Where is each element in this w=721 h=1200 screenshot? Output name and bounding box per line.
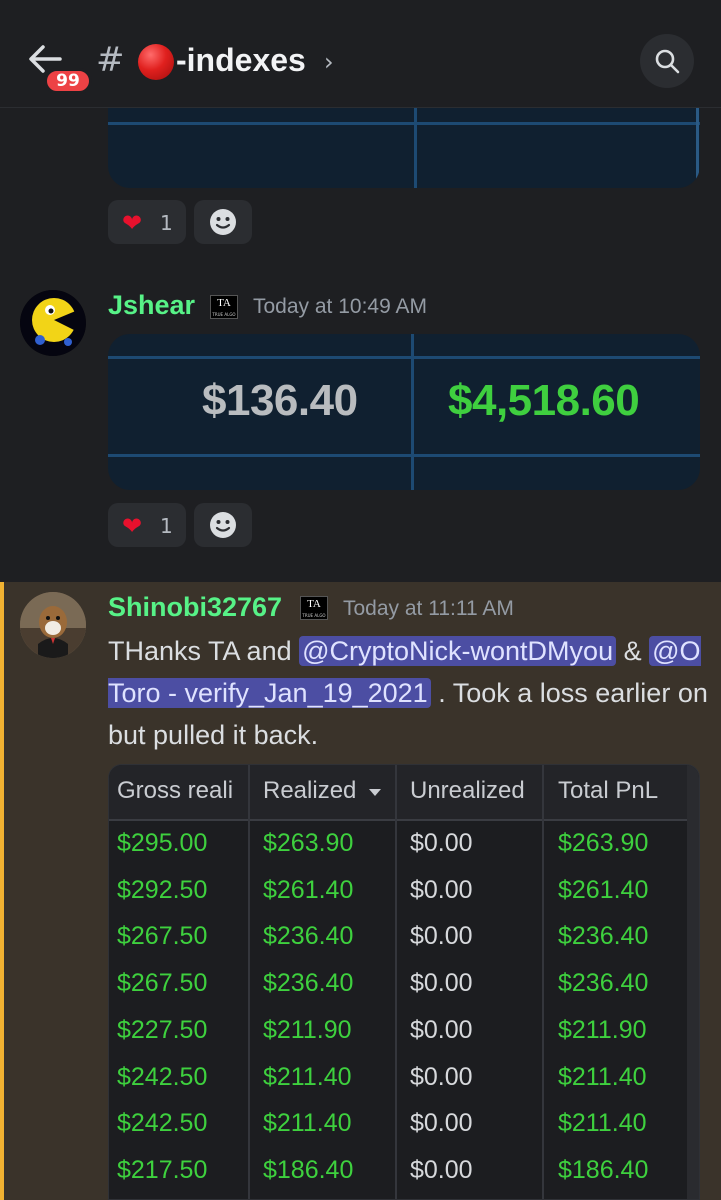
pacman-avatar-icon: [20, 290, 86, 356]
role-tag-text: TA: [217, 297, 231, 309]
table-cell: $236.40: [263, 922, 354, 951]
table-cell: $0.00: [410, 1062, 473, 1091]
role-tag-icon: TA TRUE ALGO: [300, 596, 328, 620]
reaction-count: 1: [160, 211, 173, 235]
table-cell: $292.50: [117, 875, 208, 904]
channel-header: 99 # -indexes ›: [0, 0, 721, 108]
column-divider: [395, 765, 397, 1199]
chevron-right-icon[interactable]: ›: [324, 48, 334, 76]
table-cell: $227.50: [117, 1015, 208, 1044]
mention-highlight-bar: [0, 582, 4, 1200]
attachment-image-partial[interactable]: [108, 108, 700, 188]
heart-icon: ❤: [122, 512, 143, 540]
table-cell: $186.40: [263, 1155, 354, 1184]
table-cell: $211.90: [558, 1015, 647, 1044]
table-cell: $217.50: [117, 1155, 208, 1184]
table-header: Gross reali Realized Unrealized Total Pn…: [109, 765, 699, 821]
role-tag-subtext: TRUE ALGO: [212, 312, 236, 317]
timestamp: Today at 11:11 AM: [343, 597, 514, 620]
table-scrollbar[interactable]: [687, 765, 699, 1199]
table-cell: $211.40: [558, 1109, 647, 1138]
attachment-image[interactable]: $136.40 $4,518.60: [108, 334, 700, 490]
reaction-count: 1: [160, 514, 173, 538]
username[interactable]: Shinobi32767: [108, 592, 282, 623]
search-button[interactable]: [640, 34, 694, 88]
table-header-cell: Unrealized: [410, 777, 525, 804]
smile-icon: [210, 209, 236, 235]
image-value-left: $136.40: [202, 376, 358, 425]
table-header-cell: Total PnL: [558, 777, 659, 804]
user-mention[interactable]: @CryptoNick-wontDMyou: [299, 636, 617, 666]
role-tag-subtext: TRUE ALGO: [302, 613, 326, 618]
message-content: THanks TA and @CryptoNick-wontDMyou & @O…: [108, 630, 708, 756]
timestamp: Today at 10:49 AM: [253, 295, 427, 318]
dog-avatar-icon: [20, 592, 86, 658]
table-cell: $211.40: [263, 1109, 352, 1138]
avatar[interactable]: [20, 592, 86, 658]
table-cell: $261.40: [558, 875, 649, 904]
column-divider: [248, 765, 250, 1199]
table-header-cell: Gross reali: [117, 777, 234, 804]
column-divider: [542, 765, 544, 1199]
reaction-heart[interactable]: ❤ 1: [108, 503, 186, 547]
attachment-table-image[interactable]: Gross reali Realized Unrealized Total Pn…: [108, 764, 700, 1200]
role-tag-text: TA: [307, 598, 321, 610]
table-cell: $261.40: [263, 875, 354, 904]
avatar[interactable]: [20, 290, 86, 356]
channel-hash-icon: #: [96, 40, 125, 80]
table-cell: $236.40: [263, 969, 354, 998]
table-cell: $186.40: [558, 1155, 649, 1184]
username[interactable]: Jshear: [108, 290, 195, 321]
table-cell: $267.50: [117, 969, 208, 998]
message-text: &: [616, 636, 650, 666]
table-cell: $0.00: [410, 969, 473, 998]
table-cell: $0.00: [410, 1155, 473, 1184]
table-cell: $236.40: [558, 922, 649, 951]
heart-icon: ❤: [122, 209, 143, 237]
table-cell: $211.40: [263, 1062, 352, 1091]
channel-name[interactable]: -indexes: [176, 42, 306, 79]
unread-badge: 99: [44, 68, 92, 94]
table-cell: $263.90: [558, 829, 649, 857]
table-cell: $0.00: [410, 1015, 473, 1044]
add-reaction-button[interactable]: [194, 200, 252, 244]
table-cell: $0.00: [410, 922, 473, 951]
table-cell: $242.50: [117, 1109, 208, 1138]
table-cell: $0.00: [410, 1109, 473, 1138]
table-cell: $267.50: [117, 922, 208, 951]
red-circle-icon: [138, 44, 174, 80]
table-cell: $0.00: [410, 875, 473, 904]
sort-down-icon: [369, 789, 381, 796]
table-cell: $236.40: [558, 969, 649, 998]
role-tag-icon: TA TRUE ALGO: [210, 295, 238, 319]
message-text: THanks TA and: [108, 636, 300, 666]
search-icon: [655, 49, 680, 74]
table-header-cell: Realized: [263, 777, 357, 804]
table-cell: $242.50: [117, 1062, 208, 1091]
image-value-right: $4,518.60: [448, 376, 640, 425]
add-reaction-button[interactable]: [194, 503, 252, 547]
table-cell: $0.00: [410, 829, 473, 857]
table-cell: $211.40: [558, 1062, 647, 1091]
reaction-heart[interactable]: ❤ 1: [108, 200, 186, 244]
table-cell: $295.00: [117, 829, 208, 857]
smile-icon: [210, 512, 236, 538]
table-cell: $211.90: [263, 1015, 352, 1044]
table-cell: $263.90: [263, 829, 354, 857]
